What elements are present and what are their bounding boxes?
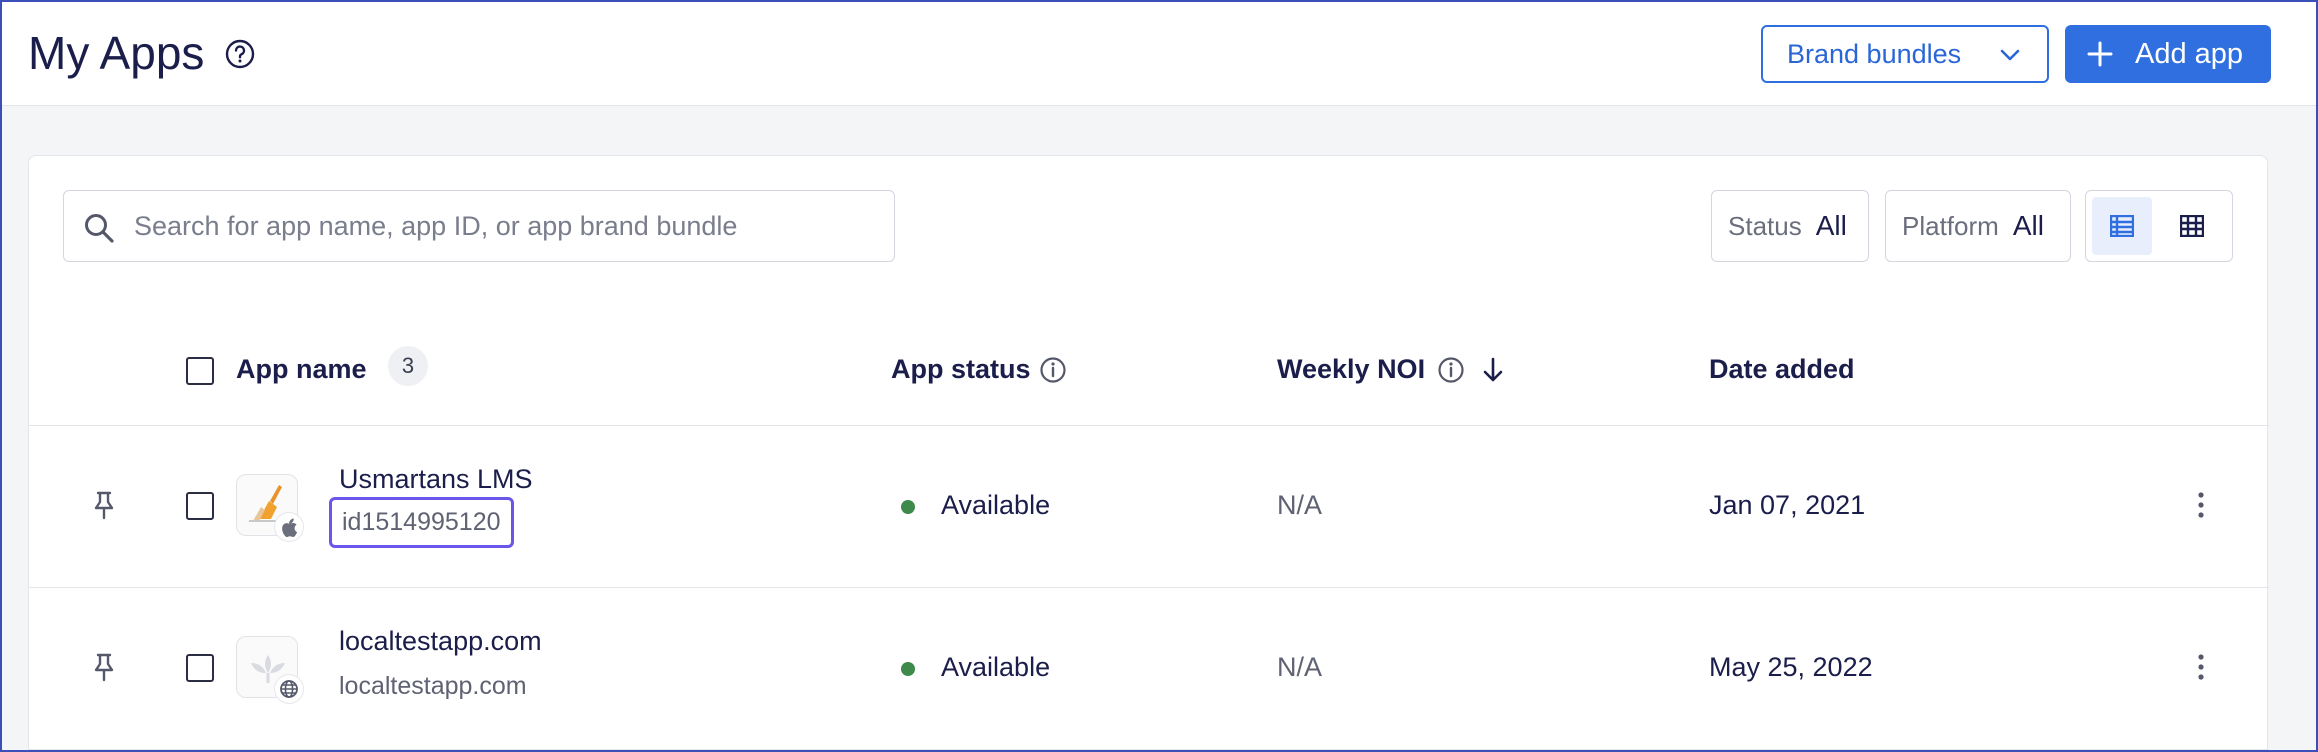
app-count-badge: 3 xyxy=(388,346,428,386)
search-input[interactable] xyxy=(134,205,874,247)
column-app-name[interactable]: App name xyxy=(236,354,367,385)
grid-view-icon xyxy=(2180,215,2204,237)
info-icon[interactable] xyxy=(1039,356,1067,384)
view-toggle xyxy=(2085,190,2233,262)
brand-bundles-dropdown[interactable]: Brand bundles xyxy=(1761,25,2049,83)
column-date-added[interactable]: Date added xyxy=(1709,354,1855,385)
plus-icon xyxy=(2087,41,2113,67)
platform-filter-value: All xyxy=(2012,210,2044,241)
apple-icon xyxy=(282,518,298,538)
chevron-down-icon xyxy=(2000,49,2020,61)
add-app-button[interactable]: Add app xyxy=(2065,25,2271,83)
app-icon xyxy=(236,636,303,703)
date-added: May 25, 2022 xyxy=(1709,652,1873,682)
column-weekly-noi[interactable]: Weekly NOI xyxy=(1277,354,1425,385)
brand-bundles-label: Brand bundles xyxy=(1787,38,1962,69)
select-all-checkbox[interactable] xyxy=(186,357,214,385)
table-row[interactable]: Usmartans LMS id1514995120 Available N/A… xyxy=(29,426,2269,588)
platform-filter-label: Platform xyxy=(1902,210,1999,241)
status-filter[interactable]: Status All xyxy=(1711,190,1869,262)
page-title: My Apps xyxy=(28,27,205,79)
app-status: Available xyxy=(941,490,1051,520)
table-header: App name 3 App status Weekly NOI Date ad… xyxy=(29,316,2269,426)
app-name[interactable]: Usmartans LMS xyxy=(339,464,533,495)
app-status: Available xyxy=(941,652,1051,682)
list-view-icon xyxy=(2110,215,2134,237)
row-checkbox[interactable] xyxy=(186,654,214,682)
sort-arrow-down-icon[interactable] xyxy=(1479,356,1507,384)
apps-card: Status All Platform All App name 3 App s… xyxy=(28,155,2269,752)
platform-badge xyxy=(275,513,303,541)
table-row[interactable]: localtestapp.com localtestapp.com Availa… xyxy=(29,588,2269,750)
info-icon[interactable] xyxy=(1437,356,1465,384)
globe-icon xyxy=(280,680,298,698)
status-indicator-dot xyxy=(901,500,915,514)
platform-badge xyxy=(275,675,303,703)
app-id-link[interactable]: id1514995120 xyxy=(329,497,514,548)
row-checkbox[interactable] xyxy=(186,492,214,520)
help-circle-icon[interactable] xyxy=(224,38,256,70)
date-added: Jan 07, 2021 xyxy=(1709,490,1866,520)
status-indicator-dot xyxy=(901,662,915,676)
search-box[interactable] xyxy=(63,190,895,262)
platform-filter[interactable]: Platform All xyxy=(1885,190,2071,262)
pin-icon[interactable] xyxy=(91,490,117,520)
app-icon xyxy=(236,474,303,541)
search-icon xyxy=(85,214,114,243)
list-view-button[interactable] xyxy=(2092,197,2152,255)
weekly-noi-value: N/A xyxy=(1277,490,1323,520)
column-app-status[interactable]: App status xyxy=(891,354,1031,385)
more-options-icon[interactable] xyxy=(2193,490,2209,520)
status-filter-value: All xyxy=(1815,210,1847,241)
add-app-label: Add app xyxy=(2135,38,2244,70)
app-domain-link[interactable]: localtestapp.com xyxy=(339,672,527,701)
pin-icon[interactable] xyxy=(91,652,117,682)
status-filter-label: Status xyxy=(1728,210,1802,241)
grid-view-button[interactable] xyxy=(2162,197,2222,255)
app-name[interactable]: localtestapp.com xyxy=(339,626,542,657)
weekly-noi-value: N/A xyxy=(1277,652,1323,682)
page-header: My Apps Brand bundles Add app xyxy=(2,2,2316,106)
more-options-icon[interactable] xyxy=(2193,652,2209,682)
